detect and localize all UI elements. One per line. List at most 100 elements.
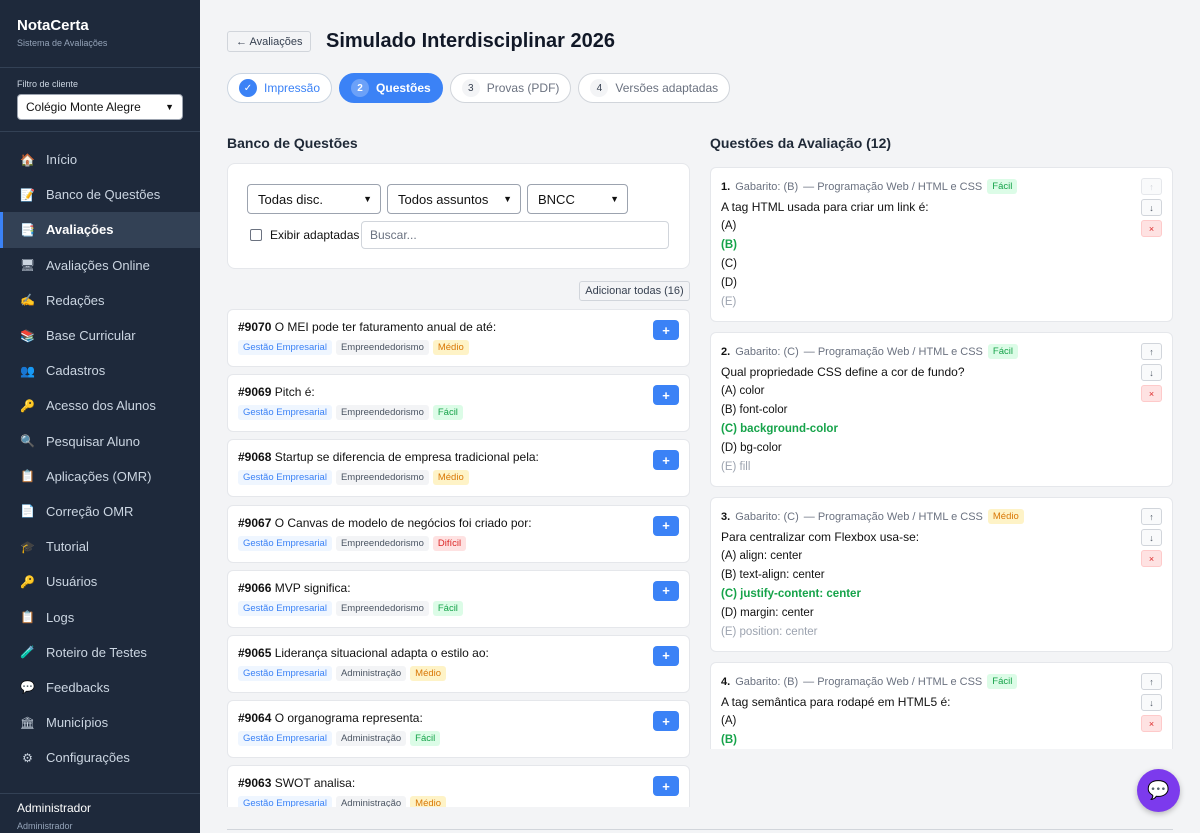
- step-questoes[interactable]: 2 Questões: [339, 73, 443, 103]
- step-versoes-adaptadas[interactable]: 4 Versões adaptadas: [578, 73, 731, 103]
- sidebar-item-cadastros[interactable]: 👥 Cadastros: [0, 353, 200, 388]
- move-up-button[interactable]: ↑: [1141, 343, 1162, 360]
- search-input[interactable]: Buscar...: [361, 221, 669, 249]
- add-question-button[interactable]: +: [653, 320, 679, 340]
- question-statement: A tag semântica para rodapé em HTML5 é:: [721, 695, 951, 709]
- add-question-button[interactable]: +: [653, 450, 679, 471]
- standard-select[interactable]: BNCC ▼: [527, 184, 628, 214]
- chat-icon: 💬: [1147, 780, 1170, 800]
- question-tags: Gestão Empresarial Administração Médio: [238, 665, 679, 681]
- graduation-cap-icon: 🎓: [20, 539, 35, 554]
- home-icon: 🏠: [20, 152, 35, 167]
- chevron-down-icon: ▼: [610, 194, 619, 204]
- add-question-button[interactable]: +: [653, 711, 679, 732]
- area-tag: Gestão Empresarial: [238, 731, 332, 747]
- difficulty-tag: Fácil: [432, 600, 463, 616]
- adapted-toggle[interactable]: Exibir adaptadas: [250, 228, 359, 242]
- key-icon: 🔑: [20, 574, 35, 589]
- move-down-button[interactable]: ↓: [1141, 529, 1162, 546]
- answer-key: Gabarito: (B): [735, 675, 799, 688]
- add-question-button[interactable]: +: [653, 776, 679, 797]
- bank-title: Banco de Questões: [227, 135, 358, 151]
- sidebar-item-label: Correção OMR: [46, 503, 134, 519]
- back-button[interactable]: ← Avaliações: [227, 31, 312, 52]
- add-all-button[interactable]: Adicionar todas (16): [579, 281, 690, 301]
- move-up-button[interactable]: ↑: [1141, 508, 1162, 525]
- answer-option: (D): [721, 277, 737, 289]
- remove-question-button[interactable]: ×: [1141, 220, 1162, 237]
- sidebar-item-municipios[interactable]: 🏛 Municípios: [0, 705, 200, 740]
- add-question-button[interactable]: +: [653, 580, 679, 601]
- step-impressao[interactable]: ✓ Impressão: [227, 73, 333, 103]
- sidebar-item-feedbacks[interactable]: 💬 Feedbacks: [0, 670, 200, 705]
- sidebar-item-label: Base Curricular: [46, 328, 136, 344]
- sidebar-item-roteiro-de-testes[interactable]: 🧪 Roteiro de Testes: [0, 635, 200, 670]
- area-tag: Gestão Empresarial: [238, 405, 332, 421]
- client-filter-select[interactable]: Colégio Monte Alegre ▼: [17, 94, 183, 120]
- sidebar: NotaCerta Sistema de Avaliações Filtro d…: [0, 0, 200, 833]
- bank-question-card: #9068 Startup se diferencia de empresa t…: [227, 439, 690, 498]
- sidebar-item-label: Configurações: [46, 750, 130, 766]
- move-down-button[interactable]: ↓: [1141, 364, 1162, 381]
- question-statement: Liderança situacional adapta o estilo ao…: [274, 645, 489, 660]
- sidebar-item-base-curricular[interactable]: 📚 Base Curricular: [0, 318, 200, 353]
- difficulty-tag: Fácil: [987, 344, 1018, 359]
- question-header: 4. Gabarito: (B) — Programação Web / HTML …: [721, 674, 1132, 689]
- question-area: — Programação Web / HTML e CSS: [803, 180, 983, 193]
- sidebar-item-aplicacoes-omr[interactable]: 📋 Aplicações (OMR): [0, 459, 200, 494]
- chat-button[interactable]: 💬: [1137, 769, 1180, 812]
- sidebar-item-tutorial[interactable]: 🎓 Tutorial: [0, 529, 200, 564]
- move-up-button[interactable]: ↑: [1141, 673, 1162, 690]
- remove-question-button[interactable]: ×: [1141, 715, 1162, 732]
- question-statement: O Canvas de modelo de negócios foi criad…: [274, 515, 532, 530]
- add-question-button[interactable]: +: [653, 385, 679, 406]
- answer-option: (A) color: [721, 385, 765, 397]
- remove-question-button[interactable]: ×: [1141, 550, 1162, 567]
- area-tag: Gestão Empresarial: [238, 665, 332, 681]
- move-up-button[interactable]: ↑: [1141, 178, 1162, 195]
- correct-option: (C) justify-content: center: [721, 588, 861, 600]
- add-question-button[interactable]: +: [653, 645, 679, 666]
- question-id: #9070: [238, 320, 272, 334]
- step-number: 2: [351, 79, 370, 97]
- adapted-checkbox[interactable]: [250, 229, 262, 241]
- difficulty-tag: Difícil: [432, 535, 467, 551]
- step-number: 3: [461, 79, 480, 97]
- sidebar-item-avaliacoes-online[interactable]: 🖥 Avaliações Online: [0, 248, 200, 283]
- step-number: ✓: [239, 79, 257, 97]
- sidebar-item-label: Acesso dos Alunos: [46, 398, 156, 414]
- answer-option: (D) margin: center: [721, 607, 814, 619]
- sidebar-item-label: Aplicações (OMR): [46, 468, 152, 484]
- sidebar-item-avaliacoes[interactable]: 📑 Avaliações: [0, 212, 200, 248]
- sidebar-item-inicio[interactable]: 🏠 Início: [0, 142, 200, 177]
- add-question-button[interactable]: +: [653, 515, 679, 536]
- sidebar-item-logs[interactable]: 📋 Logs: [0, 599, 200, 634]
- discipline-select[interactable]: Todas disc. ▼: [247, 184, 381, 214]
- topic-tag: Empreendedorismo: [335, 340, 429, 355]
- bank-filters: Todas disc. ▼ Todos assuntos ▼ BNCC ▼ Exibi…: [227, 163, 690, 269]
- area-tag: Gestão Empresarial: [238, 470, 332, 486]
- move-down-button[interactable]: ↓: [1141, 694, 1162, 711]
- sidebar-item-banco-de-questoes[interactable]: 📝 Banco de Questões: [0, 177, 200, 212]
- step-provas-pdf[interactable]: 3 Provas (PDF): [449, 73, 572, 103]
- sidebar-item-redacoes[interactable]: ✍ Redações: [0, 283, 200, 318]
- answer-option: (D) bg-color: [721, 442, 782, 454]
- sidebar-item-label: Municípios: [46, 715, 109, 731]
- question-tags: Gestão Empresarial Empreendedorismo Fácil: [238, 600, 679, 616]
- move-down-button[interactable]: ↓: [1141, 199, 1162, 216]
- difficulty-tag: Fácil: [432, 405, 463, 421]
- remove-question-button[interactable]: ×: [1141, 385, 1162, 402]
- sidebar-item-configuracoes[interactable]: ⚙ Configurações: [0, 740, 200, 775]
- question-tags: Gestão Empresarial Empreendedorismo Médio: [238, 470, 679, 486]
- user-panel[interactable]: Administrador Administrador: [0, 793, 200, 833]
- question-text: #9067 O Canvas de modelo de negócios foi…: [238, 516, 679, 530]
- sidebar-item-usuarios[interactable]: 🔑 Usuários: [0, 564, 200, 599]
- sidebar-item-pesquisar-aluno[interactable]: 🔍 Pesquisar Aluno: [0, 424, 200, 459]
- question-id: #9067: [238, 515, 272, 530]
- question-statement: SWOT analisa:: [274, 776, 356, 791]
- sidebar-item-correcao-omr[interactable]: 📄 Correção OMR: [0, 494, 200, 529]
- topic-tag: Administração: [335, 796, 407, 807]
- question-statement: Qual propriedade CSS define a cor de fun…: [721, 365, 965, 379]
- sidebar-item-acesso-dos-alunos[interactable]: 🔑 Acesso dos Alunos: [0, 388, 200, 423]
- subject-select[interactable]: Todos assuntos ▼: [387, 184, 521, 214]
